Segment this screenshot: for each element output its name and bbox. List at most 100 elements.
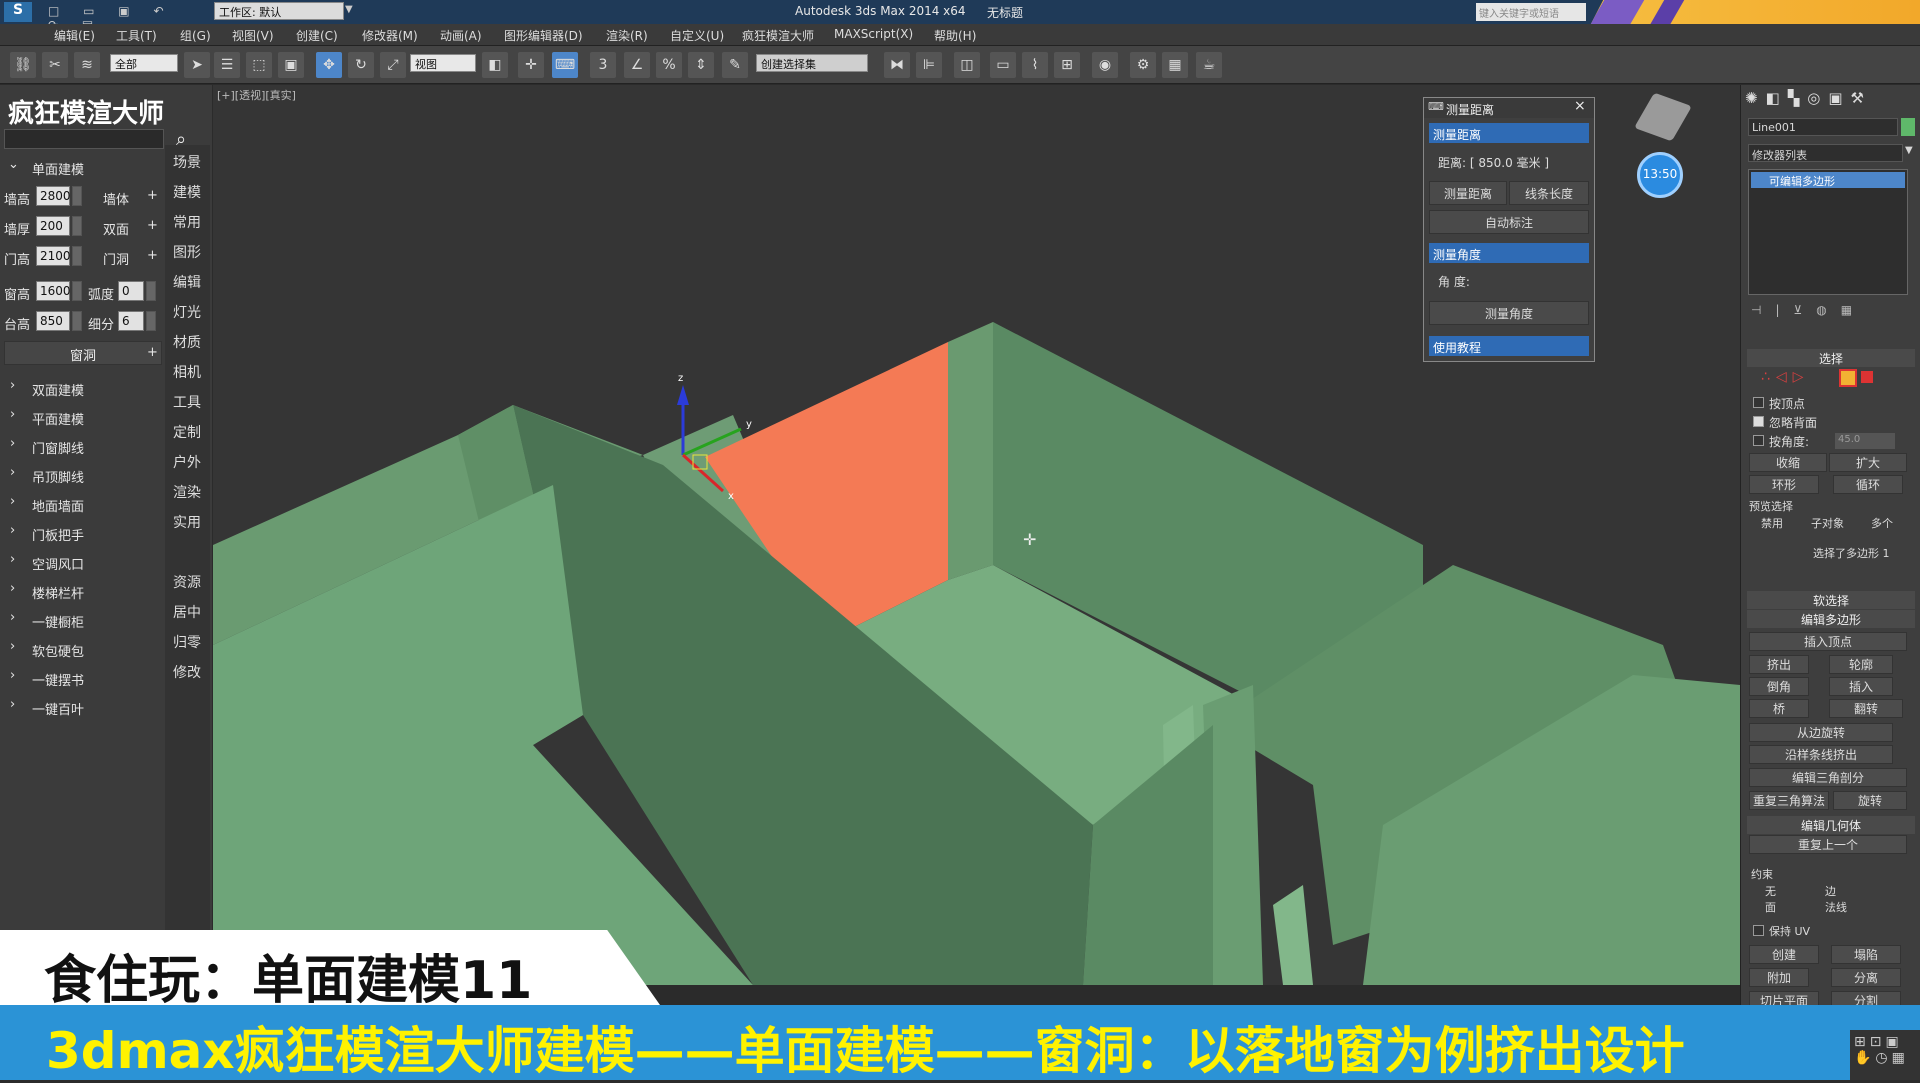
viewport-label[interactable]: [+][透视][真实] [217,87,296,103]
edit-named-selection-icon[interactable]: ✎ [722,52,748,78]
category-item[interactable]: 灯光 [173,302,201,322]
grow-button[interactable]: 扩大 [1829,453,1907,472]
category-item[interactable]: 编辑 [173,272,201,292]
section-item[interactable]: 地面墙面 [32,496,84,515]
chevron-right-icon[interactable]: › [10,494,15,509]
hinge-from-edge-button[interactable]: 从边旋转 [1749,723,1893,742]
outline-button[interactable]: 轮廓 [1829,655,1893,674]
wall-thickness-spinner-icon[interactable] [72,216,82,236]
section-item[interactable]: 一键摆书 [32,670,84,689]
by-angle-checkbox[interactable] [1753,435,1764,446]
chevron-right-icon[interactable]: › [10,465,15,480]
window-opening-plus-icon[interactable]: + [147,345,158,360]
double-face-plus-icon[interactable]: + [147,218,158,233]
subobject-icons[interactable]: ∴◁▷ [1761,369,1809,385]
preview-subobject-radio[interactable]: 子对象 [1811,515,1844,531]
double-face-button[interactable]: 双面 [103,219,129,238]
window-crossing-icon[interactable]: ▣ [278,52,304,78]
plugin-search-input[interactable] [4,129,164,149]
named-selection-dropdown[interactable]: 创建选择集 [756,54,868,72]
inset-button[interactable]: 插入 [1829,677,1893,696]
menu-item-9[interactable]: 自定义(U) [670,27,724,44]
wall-button[interactable]: 墙体 [103,189,129,208]
wall-plus-icon[interactable]: + [147,188,158,203]
section-measure-distance[interactable]: 测量距离 [1429,123,1589,143]
modifier-list-dropdown[interactable]: 修改器列表 [1748,144,1903,162]
menu-item-7[interactable]: 图形编辑器(D) [504,27,583,44]
angle-snap-icon[interactable]: ∠ [624,52,650,78]
select-manipulate-icon[interactable]: ✛ [518,52,544,78]
door-opening-button[interactable]: 门洞 [103,249,129,268]
insert-vertex-button[interactable]: 插入顶点 [1749,632,1907,651]
layer-manager-icon[interactable]: ◫ [954,52,980,78]
chevron-right-icon[interactable]: › [10,639,15,654]
category-item[interactable]: 修改 [173,662,201,682]
render-teapot-icon[interactable]: ☕ [1196,52,1222,78]
menu-item-5[interactable]: 修改器(M) [362,27,418,44]
constraint-normal-radio[interactable]: 法线 [1825,899,1847,915]
select-by-name-icon[interactable]: ☰ [214,52,240,78]
preview-disabled-radio[interactable]: 禁用 [1761,515,1783,531]
measure-angle-button[interactable]: 测量角度 [1429,301,1589,325]
section-item[interactable]: 楼梯栏杆 [32,583,84,602]
menu-item-3[interactable]: 视图(V) [232,27,274,44]
select-object-icon[interactable]: ➤ [184,52,210,78]
arc-spinner-icon[interactable] [146,281,156,301]
subdivision-spinner-icon[interactable] [146,311,156,331]
door-height-field[interactable]: 2100 [36,246,71,266]
arc-field[interactable]: 0 [118,281,144,301]
workspace-chevron-icon[interactable]: ▼ [345,4,353,15]
section-item[interactable]: 吊顶脚线 [32,467,84,486]
rendered-frame-icon[interactable]: ▦ [1162,52,1188,78]
section-single-face[interactable]: 单面建模 [32,159,84,178]
preserve-uv-checkbox[interactable] [1753,925,1764,936]
scale-icon[interactable]: ⤢ [380,52,406,78]
turn-button[interactable]: 旋转 [1833,791,1907,810]
category-item[interactable]: 实用 [173,512,201,532]
chevron-right-icon[interactable]: › [10,581,15,596]
constraint-none-radio[interactable]: 无 [1765,883,1776,899]
measure-distance-button[interactable]: 测量距离 [1429,181,1507,205]
section-chevron-down-icon[interactable]: ⌄ [8,157,19,172]
quick-access-icons[interactable]: □ ▭ ▣ ↶ ↷ ▤ [48,4,198,32]
command-panel-tabs[interactable]: ✺◧▚◎▣⚒ [1745,89,1915,111]
rect-select-region-icon[interactable]: ⬚ [246,52,272,78]
window-side-face[interactable] [948,322,993,580]
rollout-soft-selection[interactable]: 软选择 [1747,591,1915,609]
dialog-titlebar[interactable]: ⌨ 测量距离 × [1424,98,1594,118]
graphite-tools-icon[interactable]: ▭ [990,52,1016,78]
detach-button[interactable]: 分离 [1831,968,1901,987]
section-measure-angle[interactable]: 测量角度 [1429,243,1589,263]
stack-tools-icons[interactable]: ⊣|⊻◍▦ [1751,303,1866,317]
preview-multi-radio[interactable]: 多个 [1871,515,1893,531]
extrude-button[interactable]: 挤出 [1749,655,1809,674]
chevron-right-icon[interactable]: › [10,610,15,625]
chevron-right-icon[interactable]: › [10,668,15,683]
selection-filter-dropdown[interactable]: 全部 [110,54,178,72]
menu-item-10[interactable]: 疯狂模渲大师 [742,27,814,44]
menu-item-8[interactable]: 渲染(R) [606,27,648,44]
keyboard-shortcut-icon[interactable]: ⌨ [552,52,578,78]
menu-item-12[interactable]: 帮助(H) [934,27,976,44]
category-item[interactable]: 相机 [173,362,201,382]
menu-item-0[interactable]: 编辑(E) [54,27,95,44]
category-item[interactable]: 归零 [173,632,201,652]
bridge-button[interactable]: 桥 [1749,699,1809,718]
spinner-snap-icon[interactable]: ⇕ [688,52,714,78]
window-height-spinner-icon[interactable] [72,281,82,301]
category-item[interactable]: 渲染 [173,482,201,502]
nav-controls-icons[interactable]: ⊞⊡▣✋◷▦ [1850,1030,1920,1080]
snap-toggle-icon[interactable]: 3 [590,52,616,78]
percent-snap-icon[interactable]: % [656,52,682,78]
rollout-edit-polygons[interactable]: 编辑多边形 [1747,610,1915,628]
category-item[interactable]: 工具 [173,392,201,412]
stack-item-editable-poly[interactable]: 可编辑多边形 [1751,172,1905,188]
category-item[interactable]: 居中 [173,602,201,622]
section-item[interactable]: 门板把手 [32,525,84,544]
category-item[interactable]: 材质 [173,332,201,352]
section-item[interactable]: 平面建模 [32,409,84,428]
door-plus-icon[interactable]: + [147,248,158,263]
mirror-icon[interactable]: ⧓ [884,52,910,78]
collapse-button[interactable]: 塌陷 [1831,945,1901,964]
category-item[interactable]: 场景 [173,152,201,172]
